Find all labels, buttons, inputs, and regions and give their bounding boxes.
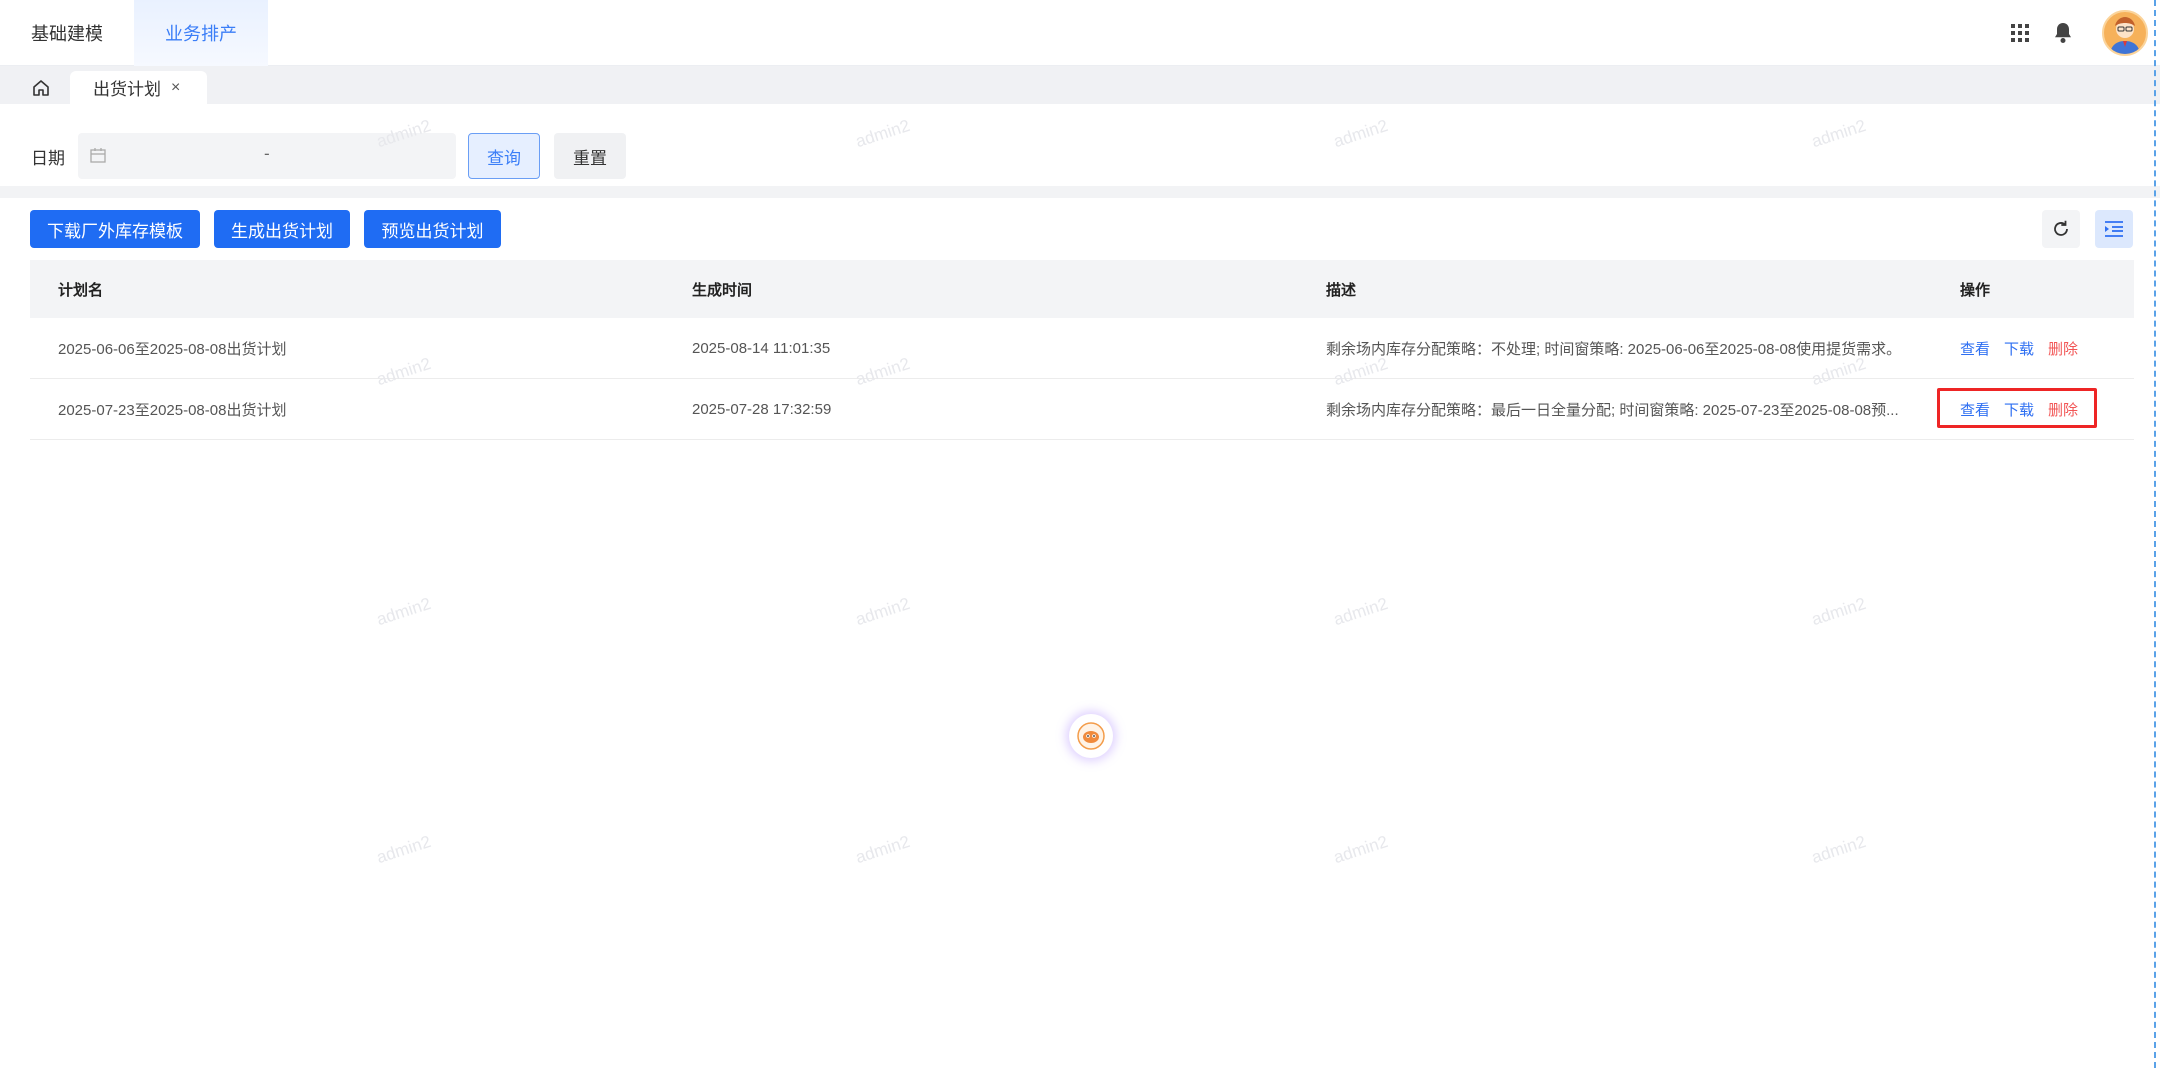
delete-link[interactable]: 删除 [2048, 399, 2078, 420]
col-header-generated-time: 生成时间 [692, 281, 753, 299]
col-header-actions: 操作 [1960, 281, 1991, 299]
cell-actions: 查看 下载 删除 [1932, 399, 2134, 420]
bell-icon[interactable] [2049, 19, 2077, 47]
topnav-item-business-scheduling[interactable]: 业务排产 [134, 0, 268, 66]
home-icon[interactable] [20, 71, 62, 104]
filter-bar: 日期 - 查询 重置 [0, 104, 2160, 186]
generate-plan-button[interactable]: 生成出货计划 [214, 210, 350, 248]
col-header-description: 描述 [1326, 281, 1357, 299]
close-icon[interactable]: × [171, 79, 180, 97]
watermark: admin2 [1331, 831, 1391, 868]
table-row: 2025-07-23至2025-08-08出货计划 2025-07-28 17:… [30, 379, 2134, 440]
watermark: admin2 [853, 831, 913, 868]
date-label: 日期 [31, 149, 65, 168]
cell-generated-time: 2025-08-14 11:01:35 [692, 339, 831, 357]
edge-guide-line [2154, 0, 2156, 1068]
cell-plan-name: 2025-07-23至2025-08-08出货计划 [58, 401, 287, 419]
calendar-icon [90, 147, 106, 168]
watermark: admin2 [853, 593, 913, 630]
watermark: admin2 [1809, 593, 1869, 630]
cell-description: 剩余场内库存分配策略：最后一日全量分配; 时间窗策略: 2025-07-23至2… [1326, 401, 1899, 419]
delete-link[interactable]: 删除 [2048, 338, 2078, 359]
cell-description: 剩余场内库存分配策略：不处理; 时间窗策略: 2025-06-06至2025-0… [1326, 340, 1902, 358]
download-link[interactable]: 下载 [2004, 338, 2034, 359]
tab-strip: 出货计划 × [0, 66, 2160, 104]
refresh-icon[interactable] [2042, 210, 2080, 248]
topnav-item-label: 基础建模 [31, 24, 103, 44]
top-bar: 基础建模 业务排产 [0, 0, 2160, 66]
watermark: admin2 [374, 831, 434, 868]
watermark: admin2 [374, 593, 434, 630]
view-link[interactable]: 查看 [1960, 338, 1990, 359]
user-avatar[interactable] [2102, 10, 2148, 56]
cell-plan-name: 2025-06-06至2025-08-08出货计划 [58, 340, 287, 358]
column-settings-icon[interactable] [2095, 210, 2133, 248]
query-button[interactable]: 查询 [468, 133, 540, 179]
preview-plan-button[interactable]: 预览出货计划 [364, 210, 501, 248]
apps-grid-icon[interactable] [2006, 19, 2034, 47]
view-link[interactable]: 查看 [1960, 399, 1990, 420]
date-range-separator: - [264, 144, 270, 163]
table-row: 2025-06-06至2025-08-08出货计划 2025-08-14 11:… [30, 318, 2134, 379]
tab-shipment-plan[interactable]: 出货计划 × [70, 71, 207, 104]
watermark: admin2 [1809, 831, 1869, 868]
watermark: admin2 [1331, 593, 1391, 630]
col-header-plan-name: 计划名 [58, 281, 104, 299]
plans-table: 计划名 生成时间 描述 操作 2025-06-06至2025-08-08出货计划… [30, 260, 2134, 440]
download-template-button[interactable]: 下载厂外库存模板 [30, 210, 200, 248]
download-link[interactable]: 下载 [2004, 399, 2034, 420]
cell-actions: 查看 下载 删除 [1932, 338, 2134, 359]
reset-button[interactable]: 重置 [554, 133, 626, 179]
header-actions [1991, 0, 2148, 66]
table-header: 计划名 生成时间 描述 操作 [30, 260, 2134, 318]
cell-generated-time: 2025-07-28 17:32:59 [692, 400, 832, 418]
date-range-picker[interactable]: - [78, 133, 456, 179]
topnav-item-label: 业务排产 [165, 24, 237, 44]
assistant-float-icon[interactable] [1069, 714, 1113, 758]
section-divider [0, 186, 2160, 198]
tab-label: 出货计划 [93, 80, 161, 99]
top-nav: 基础建模 业务排产 [0, 0, 268, 66]
topnav-item-basic-modeling[interactable]: 基础建模 [0, 0, 134, 66]
